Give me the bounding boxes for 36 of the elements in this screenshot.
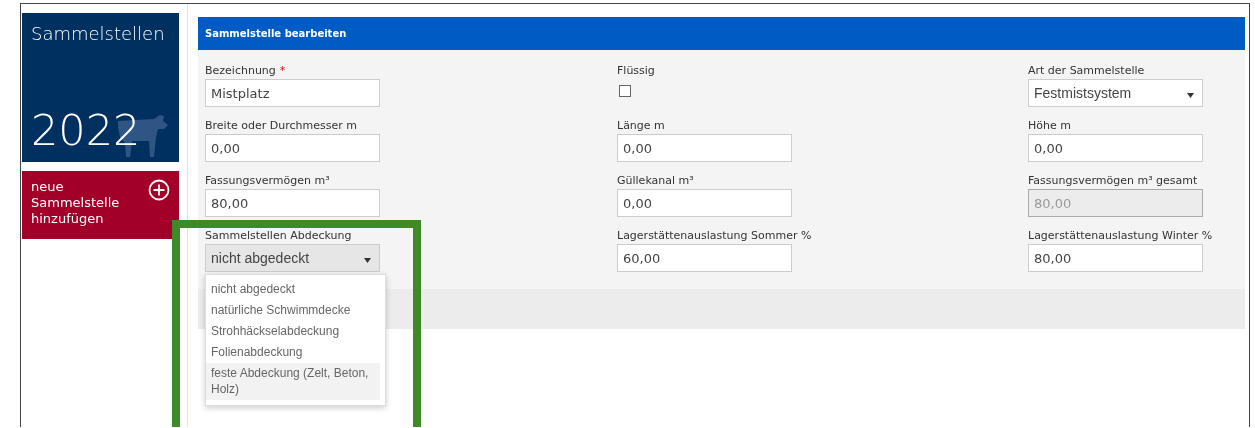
checkbox[interactable]: [619, 85, 631, 97]
field-label: Fassungsvermögen m³ gesamt: [1028, 174, 1198, 189]
add-collection-point-button[interactable]: neue Sammelstelle hinzufügen: [22, 171, 179, 239]
field-label: Güllekanal m³: [617, 174, 694, 189]
input-field[interactable]: 80,00: [1028, 244, 1203, 272]
input-field[interactable]: 80,00: [205, 189, 380, 217]
input-field[interactable]: 0,00: [1028, 134, 1203, 162]
input-field[interactable]: 0,00: [205, 134, 380, 162]
select-field[interactable]: nicht abgedeckt: [205, 244, 380, 272]
required-mark: *: [279, 64, 286, 79]
select-field[interactable]: Festmistsystem: [1028, 79, 1203, 107]
input-field[interactable]: 0,00: [617, 189, 792, 217]
dropdown-option[interactable]: feste Abdeckung (Zelt, Beton, Holz): [206, 363, 380, 400]
dropdown-option[interactable]: natürliche Schwimmdecke: [206, 300, 380, 321]
field-label: Lagerstättenauslastung Winter %: [1028, 229, 1213, 244]
year-label: 2022: [31, 109, 141, 152]
field-label: Bezeichnung: [205, 64, 276, 79]
field-label: Fassungsvermögen m³: [205, 174, 330, 189]
dropdown-option[interactable]: nicht abgedeckt: [206, 279, 380, 300]
field-label: Lagerstättenauslastung Sommer %: [617, 229, 812, 244]
field-label: Sammelstellen Abdeckung: [205, 229, 352, 244]
field-label: Art der Sammelstelle: [1028, 64, 1145, 79]
panel-title: Sammelstelle bearbeiten: [205, 28, 347, 39]
input-field[interactable]: 0,00: [617, 134, 792, 162]
tile-title: Sammelstellen: [31, 23, 165, 44]
field-label: Flüssig: [617, 64, 655, 79]
field-label: Länge m: [617, 119, 665, 134]
field-label: Breite oder Durchmesser m: [205, 119, 357, 134]
dropdown-option[interactable]: Strohhäckselabdeckung: [206, 321, 380, 342]
dropdown-option[interactable]: Folienabdeckung: [206, 342, 380, 363]
caret-icon: [364, 258, 371, 263]
plus-circle-icon: [148, 179, 170, 201]
input-field[interactable]: Mistplatz: [205, 79, 380, 107]
input-field[interactable]: 60,00: [617, 244, 792, 272]
caret-icon: [1187, 93, 1194, 98]
field-label: Höhe m: [1028, 119, 1071, 134]
